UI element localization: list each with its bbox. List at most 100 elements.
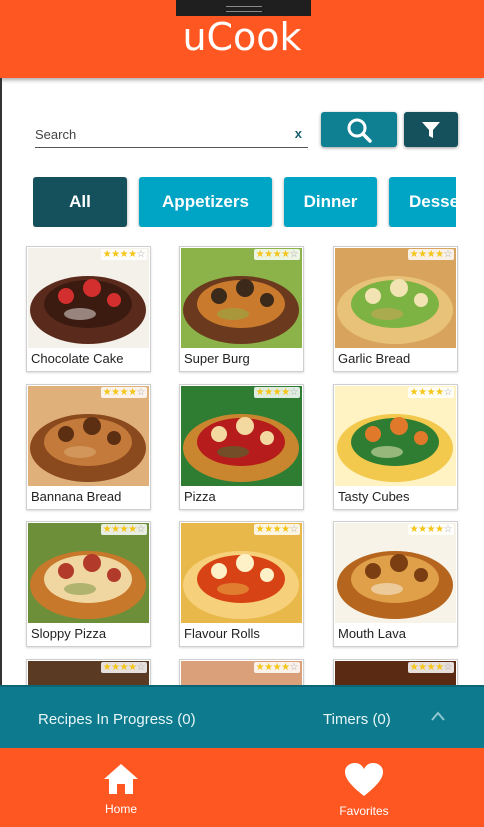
bottom-nav: Home Favorites [0, 748, 484, 827]
recipe-card[interactable]: ★★★★☆ [179, 659, 304, 685]
recipe-card[interactable]: ★★★★☆ Mouth Lava [333, 521, 458, 647]
recipe-name: Flavour Rolls [184, 626, 260, 641]
star-empty-icon: ☆ [136, 524, 146, 535]
banana-bread-photo [28, 386, 149, 486]
recipe-card[interactable]: ★★★★☆ Garlic Bread [333, 246, 458, 372]
rating-stars: ★★★★☆ [253, 662, 300, 673]
star-filled-icon: ★ [119, 387, 129, 398]
star-filled-icon: ★ [264, 662, 273, 673]
progress-bar: Recipes In Progress (0) Timers (0) [0, 685, 484, 748]
recipe-card[interactable]: ★★★★☆ Flavour Rolls [179, 521, 304, 647]
chocolate-cake-photo [28, 248, 149, 348]
recipe-grid: ★★★★☆ Chocolate Cake ★★★★☆ Super Burg ★★★★☆ G… [0, 240, 484, 685]
star-filled-icon: ★ [281, 524, 290, 535]
star-filled-icon: ★ [426, 524, 436, 535]
recipe-card[interactable]: ★★★★☆ Pizza [179, 384, 304, 510]
cubes-photo [335, 386, 456, 486]
category-tab-2[interactable]: Dinner [284, 177, 377, 227]
category-tab-1[interactable]: Appetizers [139, 177, 272, 227]
garlic-bread-photo [335, 248, 456, 348]
filter-button[interactable] [404, 112, 458, 147]
star-empty-icon: ☆ [289, 249, 299, 260]
star-filled-icon: ★ [119, 524, 129, 535]
star-empty-icon: ☆ [136, 662, 146, 673]
recipe-name: Super Burg [184, 351, 250, 366]
app-title: uCook [182, 15, 302, 59]
star-filled-icon: ★ [102, 387, 112, 398]
star-filled-icon: ★ [119, 249, 129, 260]
star-filled-icon: ★ [409, 387, 419, 398]
rolls-photo [181, 523, 302, 623]
star-filled-icon: ★ [128, 387, 137, 398]
star-filled-icon: ★ [128, 662, 137, 673]
star-filled-icon: ★ [426, 387, 436, 398]
search-input[interactable] [35, 122, 285, 146]
nav-home[interactable]: Home [71, 762, 171, 822]
star-empty-icon: ☆ [136, 249, 146, 260]
search-bar: x [35, 122, 308, 148]
category-tab-3[interactable]: Desse [389, 177, 456, 227]
rating-stars: ★★★★☆ [407, 387, 454, 398]
star-filled-icon: ★ [264, 524, 273, 535]
star-filled-icon: ★ [281, 249, 290, 260]
home-icon [104, 764, 138, 794]
category-tab-0[interactable]: All [33, 177, 127, 227]
star-filled-icon: ★ [272, 662, 282, 673]
recipe-name: Tasty Cubes [338, 489, 410, 504]
rating-stars: ★★★★☆ [100, 524, 147, 535]
recipe-card[interactable]: ★★★★☆ [26, 659, 151, 685]
recipe-card[interactable]: ★★★★☆ Bannana Bread [26, 384, 151, 510]
calzone-photo [28, 523, 149, 623]
star-filled-icon: ★ [102, 249, 112, 260]
rating-stars: ★★★★☆ [253, 249, 300, 260]
recipes-in-progress-button[interactable]: Recipes In Progress (0) [38, 711, 196, 728]
star-filled-icon: ★ [119, 662, 129, 673]
recipe-name: Garlic Bread [338, 351, 411, 366]
rating-stars: ★★★★☆ [253, 524, 300, 535]
star-empty-icon: ☆ [289, 387, 299, 398]
recipe-card[interactable]: ★★★★☆ Chocolate Cake [26, 246, 151, 372]
nav-favorites-label: Favorites [339, 804, 389, 818]
star-filled-icon: ★ [418, 524, 427, 535]
star-filled-icon: ★ [102, 662, 112, 673]
star-empty-icon: ☆ [443, 249, 453, 260]
clear-search-button[interactable]: x [295, 126, 302, 141]
nav-home-label: Home [104, 802, 137, 816]
burger-photo [181, 248, 302, 348]
star-filled-icon: ★ [435, 387, 444, 398]
star-filled-icon: ★ [128, 524, 137, 535]
star-filled-icon: ★ [272, 387, 282, 398]
mozzarella-sticks-photo [335, 523, 456, 623]
recipe-card[interactable]: ★★★★☆ [333, 659, 458, 685]
star-filled-icon: ★ [418, 387, 427, 398]
star-filled-icon: ★ [255, 249, 265, 260]
chevron-up-icon[interactable] [430, 709, 446, 723]
recipe-card[interactable]: ★★★★☆ Sloppy Pizza [26, 521, 151, 647]
rating-stars: ★★★★☆ [407, 662, 454, 673]
recipe-card[interactable]: ★★★★☆ Tasty Cubes [333, 384, 458, 510]
star-empty-icon: ☆ [289, 524, 299, 535]
timers-button[interactable]: Timers (0) [323, 711, 391, 728]
nav-favorites[interactable]: Favorites [314, 762, 414, 822]
heart-icon [345, 763, 383, 796]
rating-stars: ★★★★☆ [407, 249, 454, 260]
recipe-name: Pizza [184, 489, 216, 504]
star-empty-icon: ☆ [443, 662, 453, 673]
star-filled-icon: ★ [426, 662, 436, 673]
star-filled-icon: ★ [111, 662, 120, 673]
star-filled-icon: ★ [281, 387, 290, 398]
star-filled-icon: ★ [111, 249, 120, 260]
search-button[interactable] [321, 112, 397, 147]
star-filled-icon: ★ [264, 249, 273, 260]
star-filled-icon: ★ [281, 662, 290, 673]
star-filled-icon: ★ [272, 249, 282, 260]
rating-stars: ★★★★☆ [100, 387, 147, 398]
recipe-card[interactable]: ★★★★☆ Super Burg [179, 246, 304, 372]
status-notch [176, 0, 311, 16]
pizza-photo [181, 386, 302, 486]
star-filled-icon: ★ [255, 662, 265, 673]
recipe-name: Bannana Bread [31, 489, 122, 504]
star-filled-icon: ★ [102, 524, 112, 535]
category-tabs: All Appetizers Dinner Desse [33, 177, 456, 227]
search-icon [347, 118, 372, 143]
